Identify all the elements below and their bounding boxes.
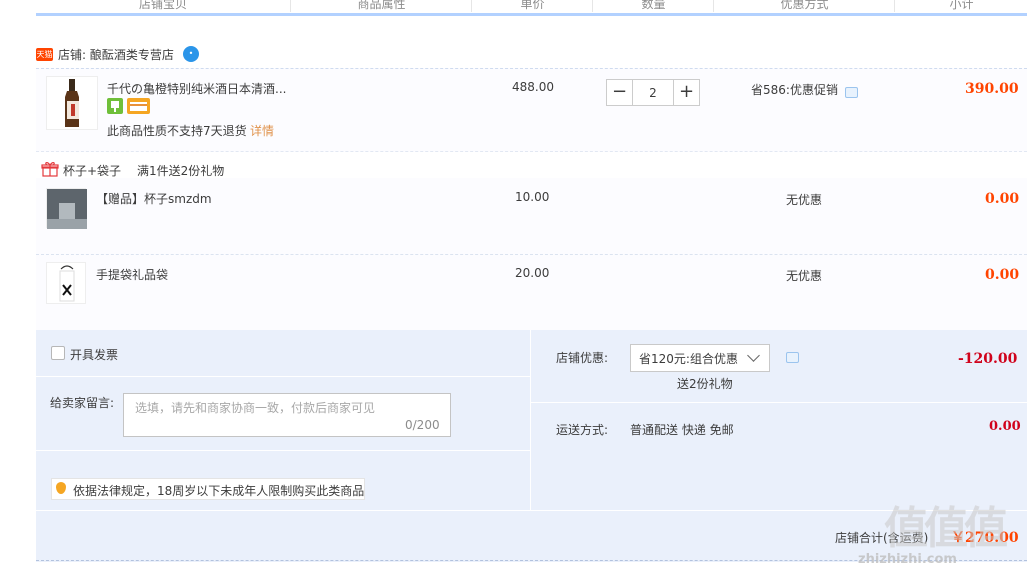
gift-item-promo: 无优惠	[786, 193, 823, 207]
shop-name[interactable]: 店铺: 酿酝酒类专营店	[58, 46, 174, 63]
footer-divider	[531, 402, 1027, 403]
gift-group-title: 杯子+袋子	[63, 164, 122, 178]
gift-item-subtotal: 0.00	[985, 191, 1020, 207]
tmall-badge: 天猫	[36, 48, 53, 61]
watermark-url: zhizhizhi.com	[858, 552, 957, 567]
discount-info-icon[interactable]	[786, 352, 799, 363]
quantity-decrease-button[interactable]: −	[606, 79, 633, 106]
col-subtotal: 小计	[949, 0, 974, 11]
message-label: 给卖家留言:	[50, 396, 115, 410]
gift-item-title[interactable]: 手提袋礼品袋	[96, 266, 168, 283]
shop-discount-label: 店铺优惠:	[556, 351, 609, 365]
quantity-increase-button[interactable]: +	[673, 79, 700, 106]
gift-icon	[41, 161, 59, 177]
item-title[interactable]: 千代の亀橙特别纯米酒日本清酒...	[107, 80, 286, 97]
shop-discount-amount: -120.00	[958, 351, 1018, 367]
footer-divider	[36, 376, 530, 377]
gift-item-price: 10.00	[515, 190, 550, 204]
gift-item-title[interactable]: 【赠品】杯子smzdm	[96, 190, 212, 207]
invoice-label[interactable]: 开具发票	[70, 346, 118, 363]
gift-item-promo: 无优惠	[786, 269, 823, 283]
promo-info-icon[interactable]	[845, 87, 858, 98]
item-subtotal: 390.00	[965, 81, 1019, 97]
wangwang-chat-icon[interactable]: •	[183, 46, 199, 62]
cup-thumbnail[interactable]	[46, 188, 87, 229]
shop-discount-selected: 省120元:组合优惠	[639, 352, 738, 366]
gift-item-price: 20.00	[515, 266, 550, 280]
gift-note: 送2份礼物	[677, 377, 733, 391]
order-footer-panel	[36, 330, 1027, 562]
gift-group-rule: 满1件送2份礼物	[137, 164, 225, 178]
watermark-logo: 值值值	[884, 503, 1008, 554]
return-notice-detail-link[interactable]: 详情	[250, 122, 274, 139]
col-qty: 数量	[594, 0, 714, 12]
footer-divider	[36, 510, 1027, 511]
shipping-label: 运送方式:	[556, 423, 609, 437]
quantity-input[interactable]: 2	[633, 79, 673, 106]
item-promo[interactable]: 省586:优惠促销	[751, 81, 838, 98]
seller-message-placeholder: 选填，请先和商家协商一致，付款后商家可见	[135, 401, 376, 415]
gift-divider	[36, 254, 1027, 255]
message-char-count: 0/200	[405, 418, 440, 432]
sake-bottle-thumbnail[interactable]	[46, 76, 98, 130]
col-item: 店铺宝贝	[36, 0, 291, 12]
service-badge-icon	[107, 98, 123, 114]
col-price: 单价	[473, 0, 593, 12]
footer-divider	[36, 450, 530, 451]
legal-notice-text: 依据法律规定，18周岁以下未成年人限制购买此类商品	[73, 484, 365, 498]
card-badge-icon	[127, 98, 150, 114]
footer-divider	[530, 330, 531, 510]
return-notice: 此商品性质不支持7天退货	[107, 124, 247, 138]
shipping-value: 普通配送 快递 免邮	[630, 423, 734, 437]
shipping-amount: 0.00	[989, 419, 1021, 434]
item-unit-price: 488.00	[512, 80, 554, 94]
col-attr: 商品属性	[292, 0, 472, 12]
gift-item-subtotal: 0.00	[985, 267, 1020, 283]
cart-header: 店铺宝贝 商品属性 单价 数量 优惠方式 小计	[36, 0, 1027, 16]
gift-bag-thumbnail[interactable]	[46, 262, 86, 304]
invoice-checkbox[interactable]	[51, 346, 65, 360]
col-promo: 优惠方式	[715, 0, 895, 12]
